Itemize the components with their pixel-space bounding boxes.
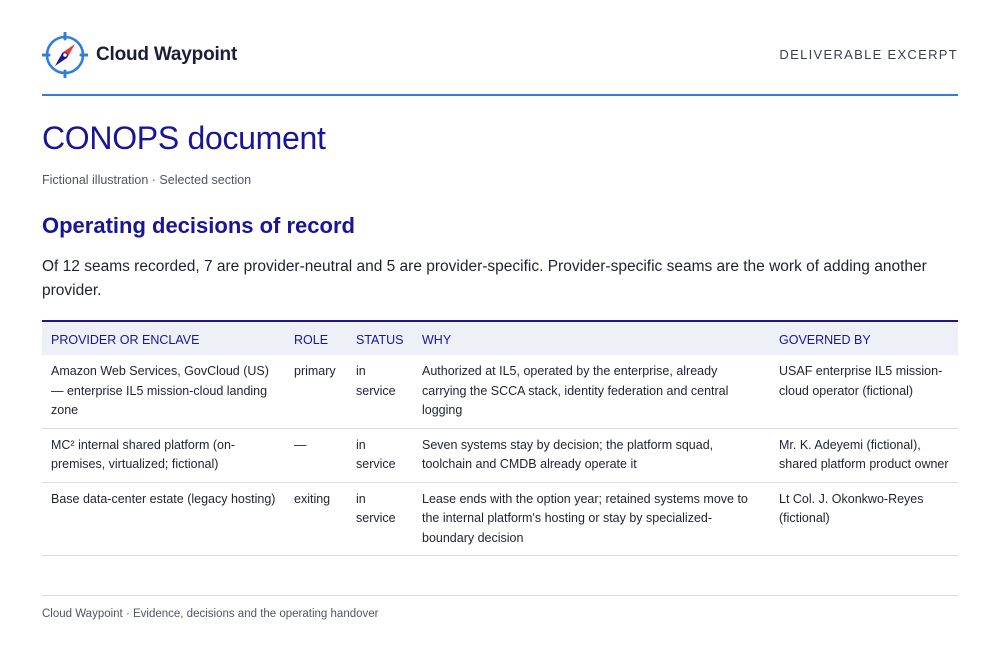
section-title: Operating decisions of record [42, 213, 355, 238]
cell-provider: Amazon Web Services, GovCloud (US) — ent… [42, 355, 285, 429]
brand-name: Cloud Waypoint [96, 44, 238, 65]
cell-why: Seven systems stay by decision; the plat… [413, 428, 770, 483]
column-header-role: ROLE [285, 320, 347, 355]
cell-role: exiting [285, 482, 347, 556]
cell-why: Authorized at IL5, operated by the enter… [413, 355, 770, 429]
cell-governed-by: Lt Col. J. Okonkwo-Reyes (fictional) [770, 482, 958, 556]
page-footer: Cloud Waypoint · Evidence, decisions and… [42, 608, 379, 620]
cell-governed-by: Mr. K. Adeyemi (fictional), shared platf… [770, 428, 958, 483]
column-header-why: WHY [413, 320, 770, 355]
column-header-provider: PROVIDER OR ENCLAVE [42, 320, 285, 355]
column-header-status: STATUS [347, 320, 413, 355]
brand[interactable]: Cloud Waypoint [42, 32, 237, 78]
table-header-row: PROVIDER OR ENCLAVE ROLE STATUS WHY GOVE… [42, 320, 958, 355]
header-divider [42, 94, 958, 96]
page-header: Cloud Waypoint DELIVERABLE EXCERPT [42, 32, 958, 80]
compass-icon [42, 32, 88, 78]
deliverable-label: DELIVERABLE EXCERPT [779, 47, 958, 62]
intro-paragraph: Of 12 seams recorded, 7 are provider-neu… [42, 258, 927, 299]
cell-provider: Base data-center estate (legacy hosting) [42, 482, 285, 556]
cell-role: primary [285, 355, 347, 429]
cell-status: in service [347, 482, 413, 556]
cell-role: — [285, 428, 347, 483]
decisions-table: PROVIDER OR ENCLAVE ROLE STATUS WHY GOVE… [42, 320, 958, 556]
table-row: Base data-center estate (legacy hosting)… [42, 482, 958, 556]
column-header-governed-by: GOVERNED BY [770, 320, 958, 355]
cell-why: Lease ends with the option year; retaine… [413, 482, 770, 556]
footer-divider [42, 595, 958, 596]
table-row: MC² internal shared platform (on-premise… [42, 428, 958, 483]
document-title: CONOPS document [42, 120, 326, 156]
document-subtitle: Fictional illustration · Selected sectio… [42, 173, 252, 187]
cell-status: in service [347, 428, 413, 483]
cell-provider: MC² internal shared platform (on-premise… [42, 428, 285, 483]
table-row: Amazon Web Services, GovCloud (US) — ent… [42, 355, 958, 429]
cell-governed-by: USAF enterprise IL5 mission-cloud operat… [770, 355, 958, 429]
cell-status: in service [347, 355, 413, 429]
